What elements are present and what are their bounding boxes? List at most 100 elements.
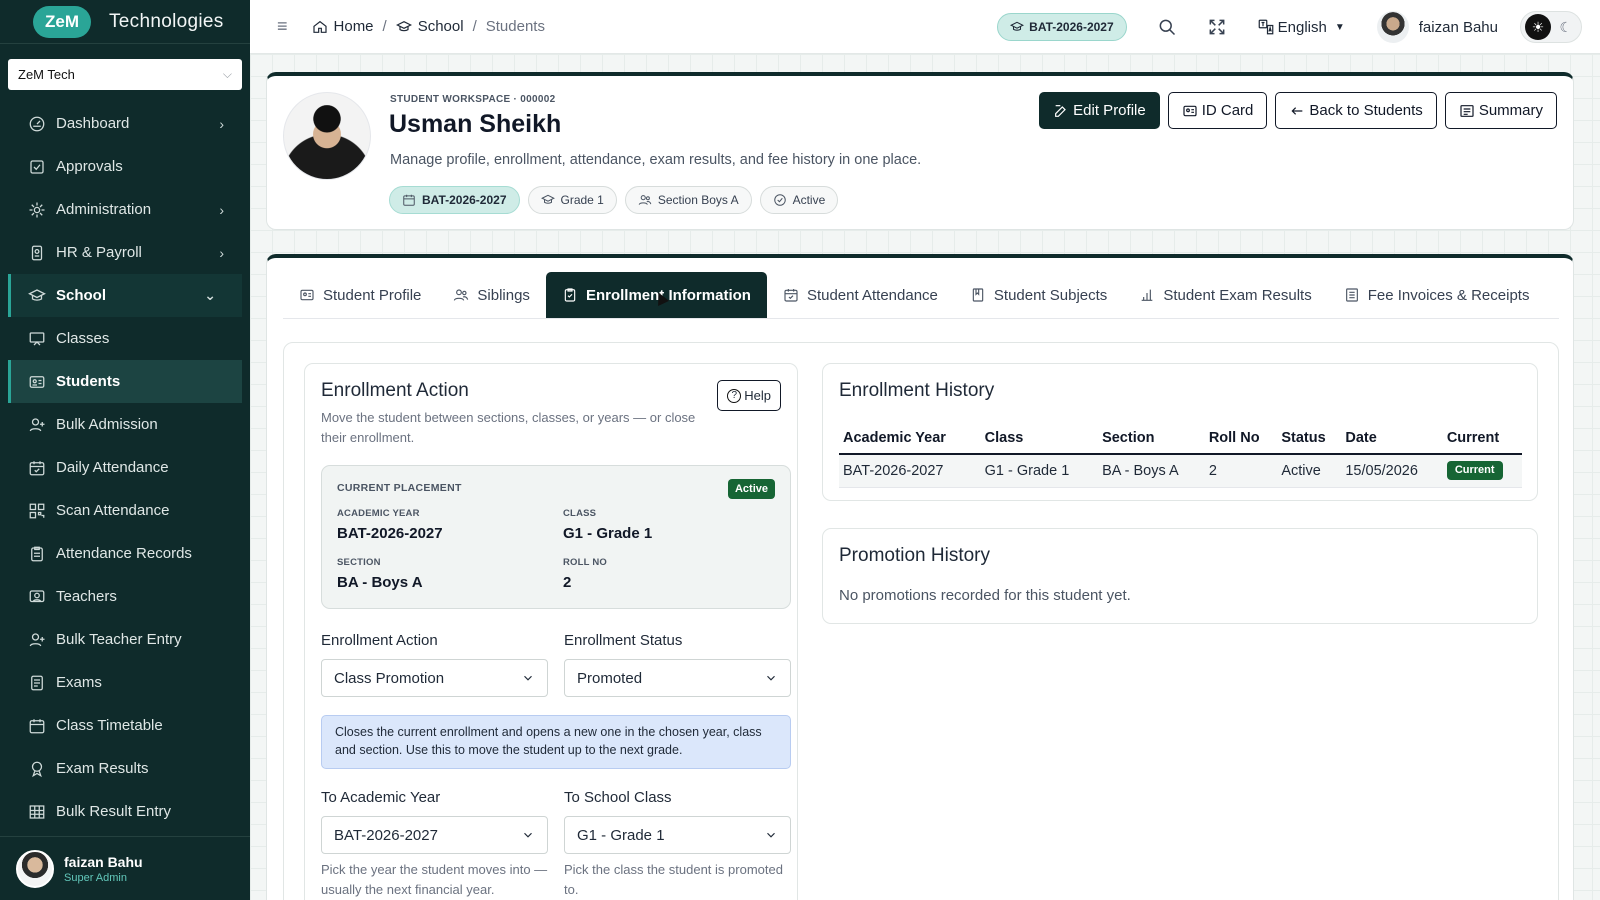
sidebar-item-approvals[interactable]: Approvals bbox=[0, 145, 250, 188]
sidebar-item-scan-attendance[interactable]: Scan Attendance bbox=[0, 489, 250, 532]
tab-student-exam-results[interactable]: Student Exam Results bbox=[1123, 272, 1327, 318]
chip-label: Grade 1 bbox=[560, 193, 604, 207]
enrollment-action-description: Move the student between sections, class… bbox=[321, 410, 696, 445]
enrollment-action-panel: Enrollment Action Move the student betwe… bbox=[304, 363, 798, 900]
sidebar-item-teachers[interactable]: Teachers bbox=[0, 575, 250, 618]
breadcrumb-current: Students bbox=[485, 18, 545, 35]
placement-class: CLASS G1 - Grade 1 bbox=[563, 508, 652, 542]
calendar-check-icon bbox=[784, 289, 798, 302]
calendar-icon bbox=[403, 194, 415, 206]
sidebar-item-hr-payroll[interactable]: HR & Payroll › bbox=[0, 231, 250, 274]
sidebar-item-administration[interactable]: Administration › bbox=[0, 188, 250, 231]
sidebar-item-label: Bulk Teacher Entry bbox=[56, 631, 182, 648]
check-square-icon bbox=[28, 158, 46, 176]
theme-toggle[interactable]: ☀ ☾ bbox=[1520, 11, 1582, 43]
summary-button[interactable]: Summary bbox=[1444, 92, 1557, 129]
tab-siblings[interactable]: Siblings bbox=[437, 272, 546, 318]
language-select[interactable]: English ▼ bbox=[1257, 18, 1345, 36]
back-to-students-label: Back to Students bbox=[1309, 102, 1423, 119]
list-icon bbox=[1460, 104, 1474, 117]
breadcrumb-home[interactable]: Home bbox=[334, 18, 374, 35]
cell-roll-no: 2 bbox=[1204, 454, 1278, 488]
moon-icon[interactable]: ☾ bbox=[1559, 19, 1572, 36]
tab-student-attendance[interactable]: Student Attendance bbox=[767, 272, 954, 318]
presentation-icon bbox=[28, 330, 46, 348]
sidebar-nav: Dashboard › Approvals Administration › H… bbox=[0, 102, 250, 833]
tab-student-profile[interactable]: Student Profile bbox=[283, 272, 437, 318]
header-actions: Edit Profile ID Card Back to Students Su… bbox=[1031, 92, 1557, 129]
sidebar-item-students[interactable]: Students bbox=[8, 360, 242, 403]
chevron-down-icon: ⌄ bbox=[204, 287, 216, 303]
chip-label: Section Boys A bbox=[657, 193, 739, 207]
breadcrumb-school[interactable]: School bbox=[418, 18, 464, 35]
sidebar-item-attendance-records[interactable]: Attendance Records bbox=[0, 532, 250, 575]
edit-profile-label: Edit Profile bbox=[1073, 102, 1146, 119]
clipboard-check-icon bbox=[564, 288, 576, 302]
sidebar-item-exam-results[interactable]: Exam Results bbox=[0, 747, 250, 790]
enrollment-tab-content: Enrollment Action Move the student betwe… bbox=[283, 342, 1559, 900]
to-school-class-select[interactable]: G1 - Grade 1 bbox=[564, 816, 791, 854]
tab-fee-invoices[interactable]: Fee Invoices & Receipts bbox=[1328, 272, 1546, 318]
sun-icon[interactable]: ☀ bbox=[1525, 14, 1551, 40]
book-icon bbox=[972, 288, 984, 302]
cell-current: Current bbox=[1442, 454, 1522, 488]
placement-roll-no: ROLL NO 2 bbox=[563, 557, 607, 591]
graduation-cap-icon bbox=[395, 20, 412, 31]
sidebar-item-school[interactable]: School ⌄ bbox=[8, 274, 242, 317]
field-value: G1 - Grade 1 bbox=[563, 525, 653, 542]
grid-icon bbox=[28, 803, 46, 821]
sidebar-item-classes[interactable]: Classes bbox=[0, 317, 250, 360]
tab-label: Fee Invoices & Receipts bbox=[1367, 286, 1530, 304]
brand-name: Technologies bbox=[109, 10, 224, 32]
sidebar-item-dashboard[interactable]: Dashboard › bbox=[0, 102, 250, 145]
column-header: Class bbox=[980, 422, 1099, 455]
chevron-right-icon: › bbox=[219, 244, 224, 261]
academic-year-pill[interactable]: BAT-2026-2027 bbox=[997, 13, 1127, 41]
fullscreen-icon[interactable] bbox=[1207, 17, 1227, 37]
sidebar-item-label: HR & Payroll bbox=[56, 244, 142, 261]
select-value: BAT-2026-2027 bbox=[334, 826, 438, 844]
sidebar-item-bulk-teacher-entry[interactable]: Bulk Teacher Entry bbox=[0, 618, 250, 661]
sidebar-item-class-timetable[interactable]: Class Timetable bbox=[0, 704, 250, 747]
column-header: Academic Year bbox=[839, 422, 981, 455]
id-card-button[interactable]: ID Card bbox=[1167, 92, 1268, 129]
sidebar-item-daily-attendance[interactable]: Daily Attendance bbox=[0, 446, 250, 489]
dashboard-icon bbox=[28, 115, 46, 133]
sidebar-item-exams[interactable]: Exams bbox=[0, 661, 250, 704]
edit-profile-button[interactable]: Edit Profile bbox=[1039, 92, 1160, 129]
to-academic-year-select[interactable]: BAT-2026-2027 bbox=[321, 816, 548, 854]
avatar bbox=[1376, 11, 1409, 43]
student-photo bbox=[283, 92, 371, 180]
brand[interactable]: ZeM Technologies bbox=[0, 0, 250, 44]
sidebar-item-label: School bbox=[56, 287, 107, 304]
cell-class: G1 - Grade 1 bbox=[980, 454, 1099, 488]
help-button[interactable]: ? Help bbox=[717, 380, 781, 411]
enrollment-action-select[interactable]: Class Promotion bbox=[321, 659, 548, 697]
search-icon[interactable] bbox=[1157, 17, 1177, 37]
chevron-down-icon bbox=[767, 832, 775, 838]
to-academic-year-label: To Academic Year bbox=[321, 789, 441, 806]
student-tabs: Student Profile Siblings Enrollment Info… bbox=[283, 272, 1559, 319]
enrollment-status-select[interactable]: Promoted bbox=[564, 659, 791, 697]
organization-select[interactable]: ZeM Tech ⌵ bbox=[8, 59, 242, 90]
back-to-students-button[interactable]: Back to Students bbox=[1275, 92, 1437, 129]
menu-icon[interactable]: ≡ bbox=[277, 16, 288, 37]
sidebar-user-role: Super Admin bbox=[64, 871, 127, 884]
id-card-label: ID Card bbox=[1201, 102, 1254, 119]
sidebar-user[interactable]: faizan Bahu Super Admin bbox=[0, 836, 250, 900]
sidebar-item-label: Attendance Records bbox=[56, 545, 192, 562]
student-name: Usman Sheikh bbox=[389, 110, 562, 138]
brand-logo: ZeM bbox=[33, 5, 91, 38]
select-value: Promoted bbox=[577, 669, 643, 687]
home-icon bbox=[312, 20, 327, 33]
sidebar-item-bulk-admission[interactable]: Bulk Admission bbox=[0, 403, 250, 446]
chevron-right-icon: › bbox=[219, 201, 224, 218]
sidebar-item-label: Classes bbox=[56, 330, 110, 347]
graduation-cap-icon bbox=[540, 194, 555, 204]
tab-student-subjects[interactable]: Student Subjects bbox=[954, 272, 1123, 318]
sidebar-item-label: Students bbox=[56, 373, 121, 390]
calendar-icon bbox=[28, 717, 46, 735]
user-menu[interactable]: faizan Bahu bbox=[1376, 11, 1498, 43]
sidebar-item-bulk-result-entry[interactable]: Bulk Result Entry bbox=[0, 790, 250, 833]
cell-date: 15/05/2026 bbox=[1341, 454, 1443, 488]
